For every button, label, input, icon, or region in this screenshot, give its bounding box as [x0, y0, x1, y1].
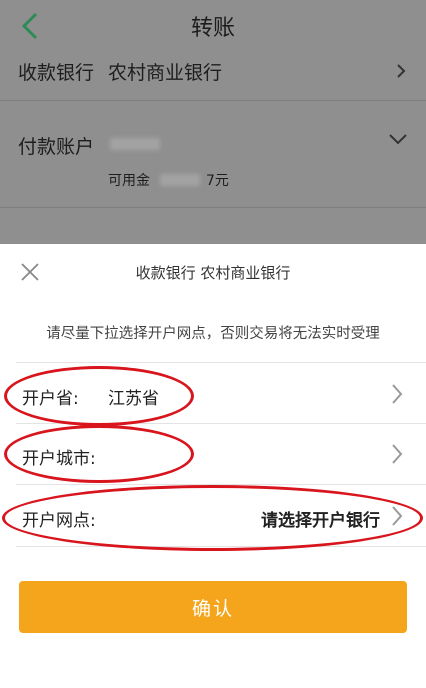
- chevron-right-icon: [392, 444, 403, 464]
- sheet-title: 收款银行 农村商业银行: [135, 264, 291, 282]
- chevron-right-icon: [397, 64, 406, 78]
- chevron-right-icon: [392, 384, 403, 404]
- payee-bank-row[interactable]: 收款银行 农村商业银行: [0, 48, 426, 98]
- annotation-ring-branch: [2, 485, 423, 551]
- divider: [0, 100, 426, 101]
- annotation-ring-city: [4, 425, 194, 483]
- balance-suffix: 7元: [206, 173, 229, 189]
- payee-bank-value: 农村商业银行: [108, 62, 223, 84]
- header-bar: 转账: [0, 0, 426, 48]
- payer-account-label: 付款账户: [18, 136, 95, 158]
- confirm-button[interactable]: 确认: [19, 581, 407, 633]
- redacted-balance: [160, 174, 200, 186]
- background-page: 转账 收款银行 农村商业银行 付款账户 可用金 7元: [0, 0, 426, 244]
- sheet-hint: 请尽量下拉选择开户网点，否则交易将无法实时受理: [46, 326, 380, 342]
- chevron-down-icon: [389, 134, 407, 145]
- divider: [0, 207, 426, 208]
- redacted-account: [110, 138, 160, 150]
- payer-account-row[interactable]: 付款账户 可用金 7元: [0, 112, 426, 202]
- balance-prefix: 可用金: [108, 173, 150, 189]
- payee-bank-label: 收款银行: [18, 62, 95, 84]
- divider: [16, 362, 426, 363]
- annotation-ring-province: [4, 366, 194, 426]
- page-title: 转账: [190, 16, 235, 41]
